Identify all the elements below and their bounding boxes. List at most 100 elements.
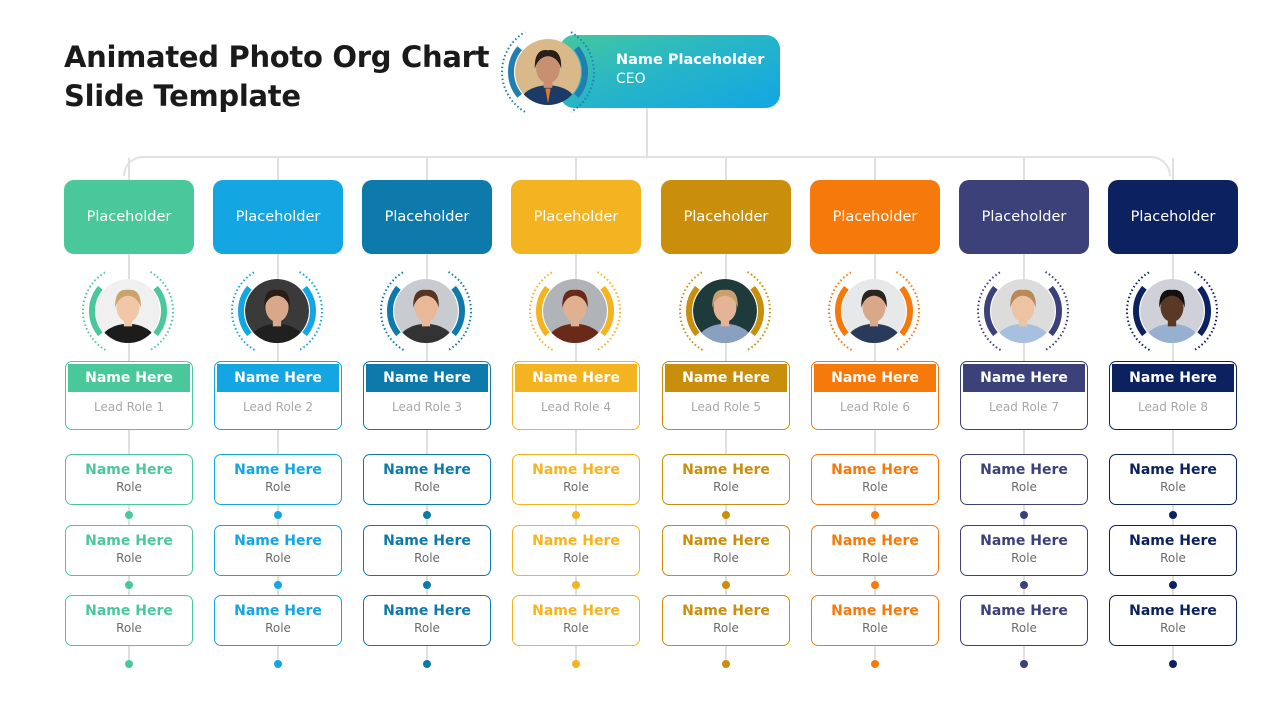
portrait-photo: [96, 279, 160, 343]
connector-dot: [124, 660, 133, 668]
lead-role: Lead Role 1: [94, 400, 164, 414]
connector-dot: [422, 581, 431, 589]
member-card[interactable]: Name Here Role: [512, 454, 640, 505]
connector-dot: [721, 511, 730, 519]
lead-card[interactable]: Name Here Lead Role 8: [1109, 361, 1237, 430]
member-card[interactable]: Name Here Role: [1109, 454, 1237, 505]
member-card[interactable]: Name Here Role: [363, 595, 491, 646]
member-name: Name Here: [831, 533, 919, 549]
lead-photo-icon: [82, 271, 174, 351]
lead-card[interactable]: Name Here Lead Role 7: [960, 361, 1088, 430]
lead-card[interactable]: Name Here Lead Role 5: [662, 361, 790, 430]
lead-name: Name Here: [217, 364, 339, 392]
lead-card[interactable]: Name Here Lead Role 1: [65, 361, 193, 430]
lead-avatar: [525, 266, 625, 356]
lead-role: Lead Role 8: [1138, 400, 1208, 414]
member-name: Name Here: [383, 603, 471, 619]
member-card[interactable]: Name Here Role: [363, 525, 491, 576]
member-card[interactable]: Name Here Role: [363, 454, 491, 505]
department-header[interactable]: Placeholder: [661, 180, 791, 254]
member-name: Name Here: [532, 603, 620, 619]
member-card[interactable]: Name Here Role: [960, 525, 1088, 576]
lead-avatar: [376, 266, 476, 356]
department-header[interactable]: Placeholder: [810, 180, 940, 254]
connector-dot: [273, 660, 282, 668]
member-role: Role: [116, 480, 142, 494]
department-header[interactable]: Placeholder: [64, 180, 194, 254]
connector-dot: [124, 581, 133, 589]
member-card[interactable]: Name Here Role: [214, 595, 342, 646]
department-header[interactable]: Placeholder: [362, 180, 492, 254]
lead-photo-icon: [679, 271, 771, 351]
portrait-photo: [394, 279, 458, 343]
member-role: Role: [563, 621, 589, 635]
lead-name: Name Here: [515, 364, 637, 392]
lead-role: Lead Role 7: [989, 400, 1059, 414]
member-name: Name Here: [85, 533, 173, 549]
lead-card[interactable]: Name Here Lead Role 2: [214, 361, 342, 430]
member-name: Name Here: [980, 603, 1068, 619]
member-card[interactable]: Name Here Role: [662, 525, 790, 576]
lead-name: Name Here: [68, 364, 190, 392]
lead-avatar: [1122, 266, 1222, 356]
member-name: Name Here: [682, 603, 770, 619]
member-card[interactable]: Name Here Role: [1109, 595, 1237, 646]
member-card[interactable]: Name Here Role: [811, 595, 939, 646]
member-role: Role: [563, 551, 589, 565]
lead-name: Name Here: [366, 364, 488, 392]
member-card[interactable]: Name Here Role: [960, 595, 1088, 646]
member-name: Name Here: [532, 533, 620, 549]
member-name: Name Here: [85, 603, 173, 619]
member-name: Name Here: [980, 462, 1068, 478]
member-card[interactable]: Name Here Role: [512, 525, 640, 576]
member-role: Role: [116, 551, 142, 565]
portrait-photo: [991, 279, 1055, 343]
member-card[interactable]: Name Here Role: [214, 525, 342, 576]
connector-dot: [1019, 581, 1028, 589]
portrait-photo: [543, 279, 607, 343]
member-role: Role: [414, 480, 440, 494]
member-card[interactable]: Name Here Role: [214, 454, 342, 505]
member-card[interactable]: Name Here Role: [1109, 525, 1237, 576]
member-role: Role: [713, 480, 739, 494]
member-role: Role: [1011, 480, 1037, 494]
member-role: Role: [1160, 621, 1186, 635]
member-card[interactable]: Name Here Role: [65, 595, 193, 646]
connector-dot: [721, 660, 730, 668]
ceo-photo-icon: [501, 31, 595, 113]
lead-card[interactable]: Name Here Lead Role 6: [811, 361, 939, 430]
ceo-role: CEO: [616, 71, 646, 87]
member-name: Name Here: [1129, 603, 1217, 619]
member-card[interactable]: Name Here Role: [662, 454, 790, 505]
connector-dot: [571, 660, 580, 668]
member-card[interactable]: Name Here Role: [960, 454, 1088, 505]
lead-photo-icon: [977, 271, 1069, 351]
lead-card[interactable]: Name Here Lead Role 4: [512, 361, 640, 430]
department-header[interactable]: Placeholder: [213, 180, 343, 254]
member-card[interactable]: Name Here Role: [65, 454, 193, 505]
lead-photo-icon: [380, 271, 472, 351]
lead-name: Name Here: [814, 364, 936, 392]
member-name: Name Here: [682, 462, 770, 478]
member-role: Role: [1160, 480, 1186, 494]
member-card[interactable]: Name Here Role: [811, 454, 939, 505]
connector-dot: [1168, 581, 1177, 589]
portrait-photo: [515, 39, 581, 105]
lead-card[interactable]: Name Here Lead Role 3: [363, 361, 491, 430]
lead-name: Name Here: [963, 364, 1085, 392]
department-header[interactable]: Placeholder: [959, 180, 1089, 254]
member-name: Name Here: [682, 533, 770, 549]
department-header[interactable]: Placeholder: [1108, 180, 1238, 254]
member-role: Role: [1011, 621, 1037, 635]
member-name: Name Here: [831, 603, 919, 619]
department-header[interactable]: Placeholder: [511, 180, 641, 254]
connector-dot: [870, 660, 879, 668]
portrait-photo: [245, 279, 309, 343]
member-card[interactable]: Name Here Role: [65, 525, 193, 576]
member-card[interactable]: Name Here Role: [512, 595, 640, 646]
lead-avatar: [973, 266, 1073, 356]
lead-photo-icon: [529, 271, 621, 351]
member-role: Role: [862, 621, 888, 635]
member-card[interactable]: Name Here Role: [811, 525, 939, 576]
member-card[interactable]: Name Here Role: [662, 595, 790, 646]
